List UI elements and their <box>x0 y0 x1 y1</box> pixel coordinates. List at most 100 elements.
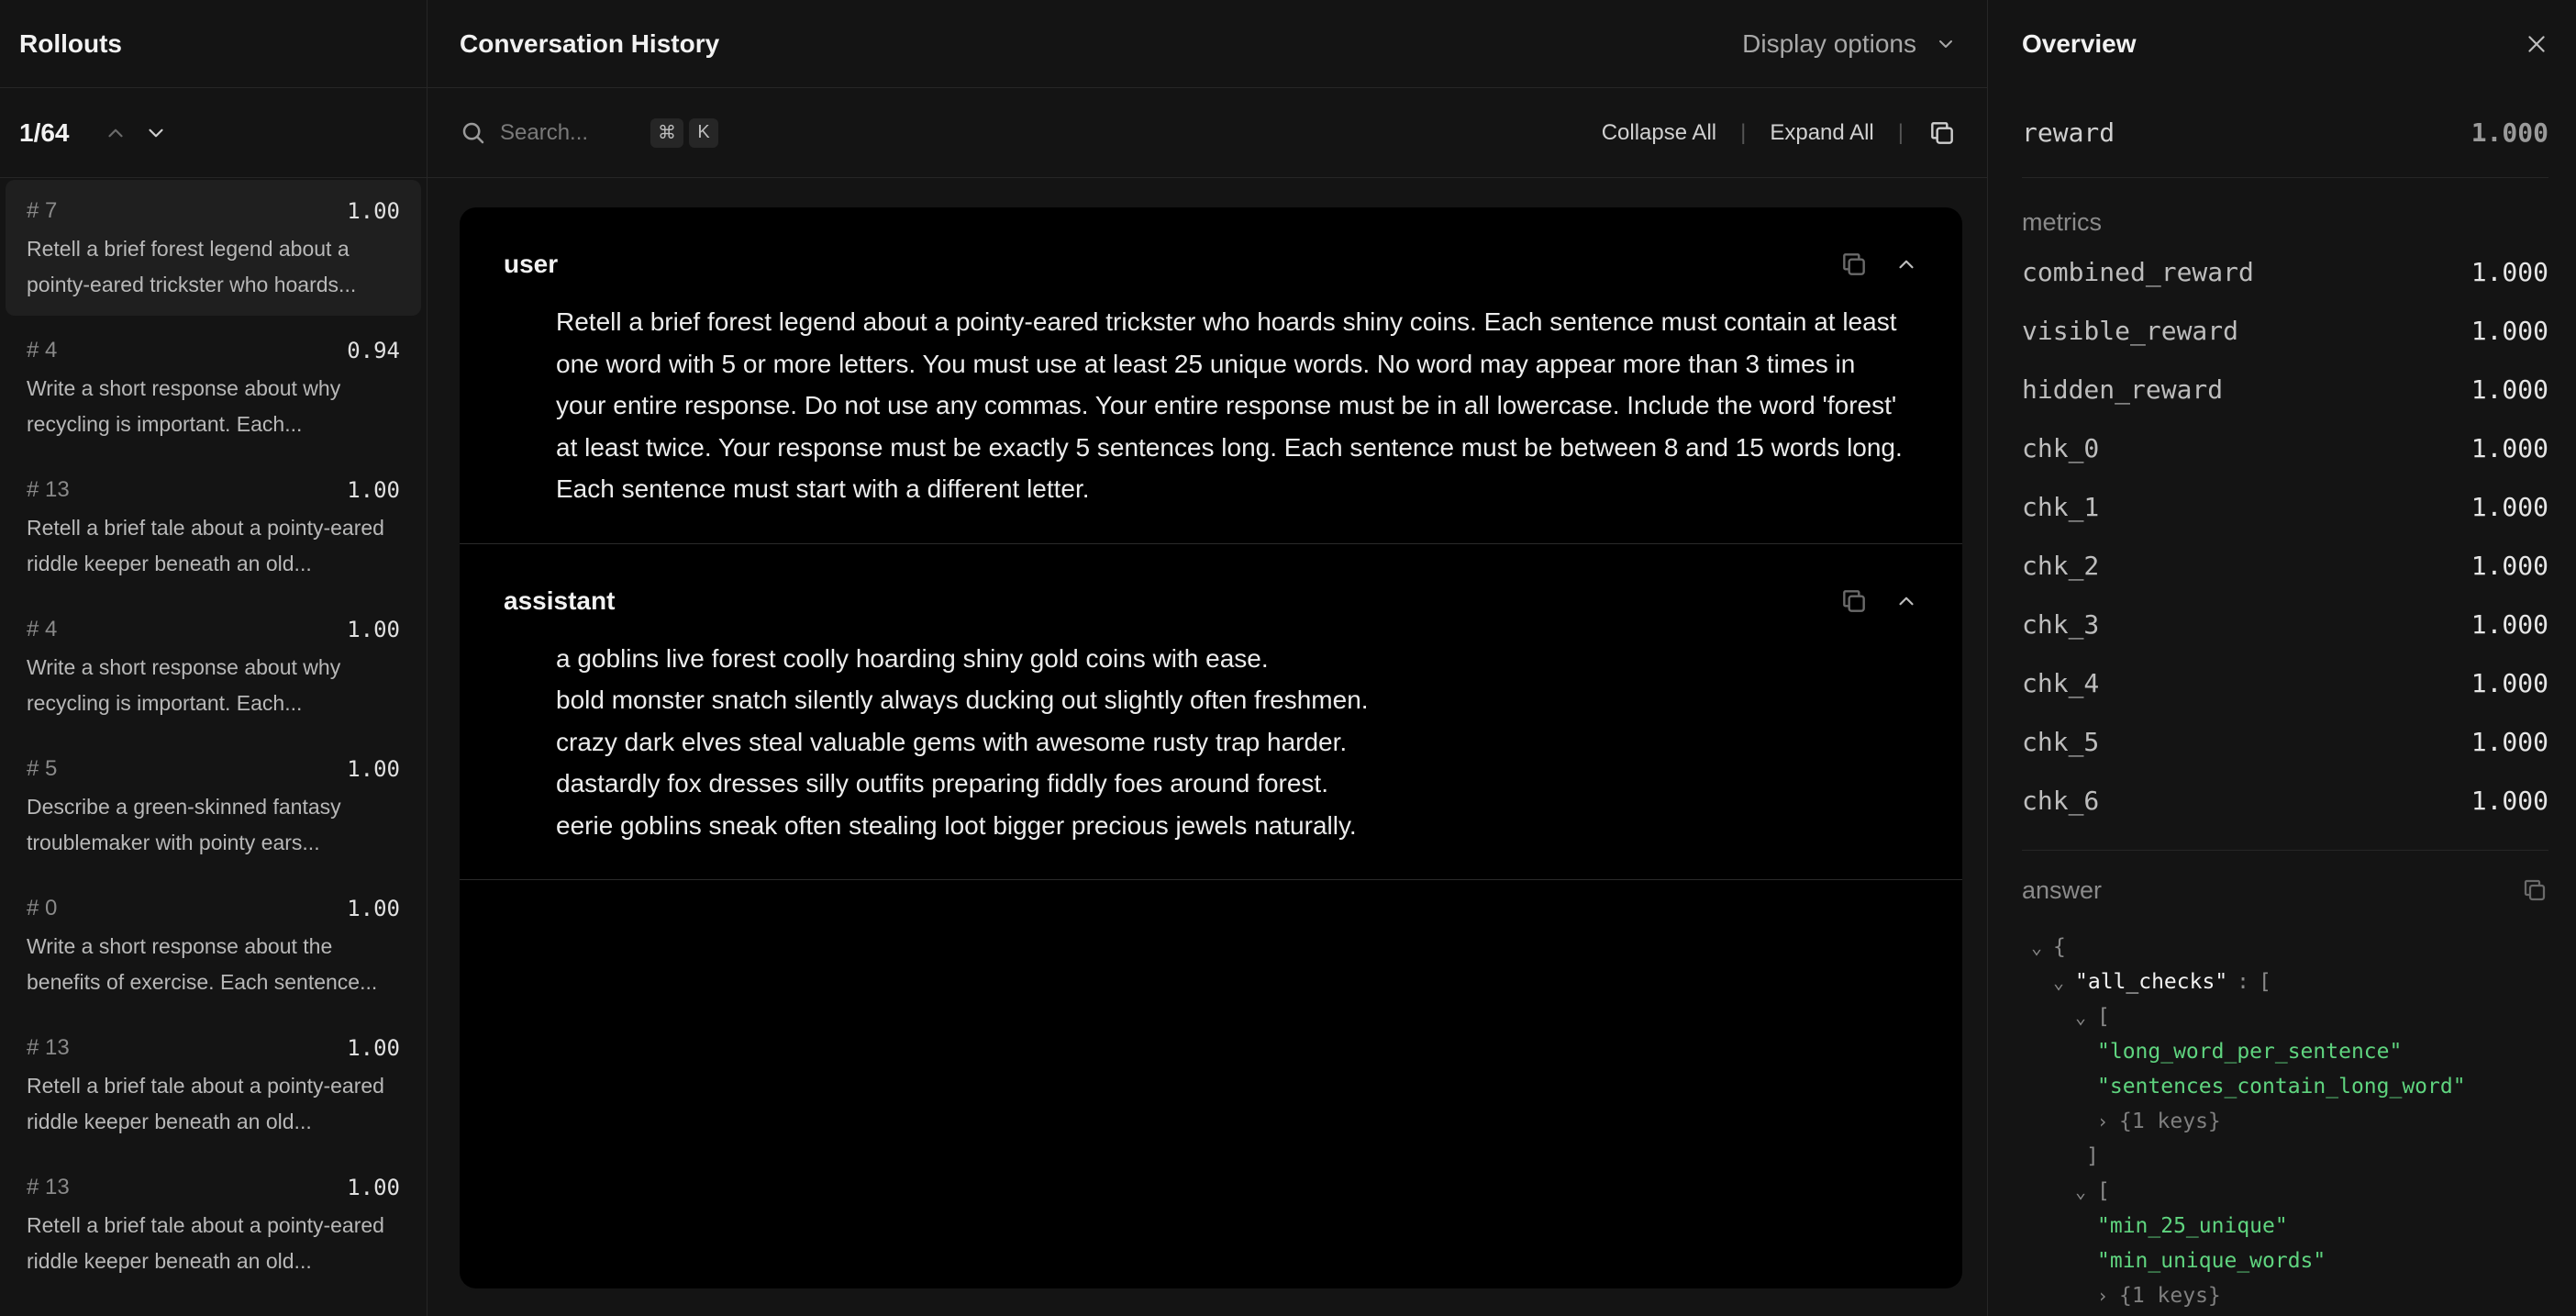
metric-row: chk_4 1.000 <box>2022 653 2548 712</box>
metric-value: 1.000 <box>2471 785 2548 816</box>
chevron-up-icon <box>107 128 123 137</box>
collapse-message-button[interactable] <box>1894 252 1918 276</box>
rollout-item[interactable]: # 7 1.00 Retell a brief forest legend abo… <box>6 180 421 316</box>
metric-value: 1.000 <box>2471 608 2548 640</box>
rollout-item[interactable]: # 0 1.00 Write a short response about the… <box>6 877 421 1013</box>
rollout-item[interactable]: # 5 1.00 Describe a green-skinned fantasy… <box>6 738 421 874</box>
search-icon <box>462 122 484 143</box>
metric-value: 1.000 <box>2471 550 2548 581</box>
rollout-index: # 4 <box>27 338 58 362</box>
chevron-right-icon: › <box>2097 1110 2109 1132</box>
message-user: user Retell a brief forest legend about … <box>460 207 1962 544</box>
search-input[interactable] <box>500 119 628 146</box>
metric-label: chk_6 <box>2022 785 2100 816</box>
page-count: 1/64 <box>19 117 70 147</box>
rollout-item[interactable]: # 13 1.00 Retell a brief tale about a poi… <box>6 459 421 595</box>
expand-all-button[interactable]: Expand All <box>1770 120 1873 146</box>
metric-value: 1.000 <box>2471 667 2548 698</box>
metrics-section: metrics combined_reward 1.000 visible_rew… <box>2022 189 2548 851</box>
json-value: "sentences_contain_long_word" <box>2022 1069 2548 1104</box>
rollout-preview: Write a short response about why recycli… <box>27 655 341 715</box>
json-collapsed-object: {1 keys} <box>2119 1284 2221 1308</box>
metric-label: chk_1 <box>2022 491 2100 522</box>
json-string: "long_word_per_sentence" <box>2097 1040 2403 1064</box>
metric-row: visible_reward 1.000 <box>2022 301 2548 360</box>
message-content: Retell a brief forest legend about a poi… <box>504 301 1918 510</box>
rollout-item[interactable]: # 13 1.00 Retell a brief tale about a poi… <box>6 1156 421 1292</box>
rollout-score: 1.00 <box>347 1035 400 1061</box>
chevron-down-icon <box>1939 39 1952 48</box>
conversation-header: Conversation History Display options <box>427 0 1987 88</box>
conversation-title: Conversation History <box>460 28 720 58</box>
json-node[interactable]: ⌄ [ <box>2022 999 2548 1034</box>
json-value: "min_unique_words" <box>2022 1244 2548 1278</box>
rollout-index: # 5 <box>27 756 58 781</box>
json-node[interactable]: › {1 keys} <box>2022 1104 2548 1139</box>
copy-icon <box>1931 121 1953 144</box>
json-node[interactable]: ⌄ { <box>2022 930 2548 965</box>
chevron-up-icon <box>1899 597 1914 605</box>
rollout-score: 1.00 <box>347 896 400 921</box>
json-tree: ⌄ { ⌄ "all_checks" : [ ⌄ [ "long_word_pe… <box>2022 930 2548 1316</box>
metric-row: chk_1 1.000 <box>2022 477 2548 536</box>
message-line: a goblins live forest coolly hoarding sh… <box>556 643 1269 673</box>
message-line: at least twice. Your response must be ex… <box>556 432 1903 462</box>
json-node: ] <box>2022 1139 2548 1174</box>
json-node[interactable]: ⌄ "all_checks" : [ <box>2022 965 2548 999</box>
chevron-down-icon: ⌄ <box>2031 936 2043 958</box>
metrics-title: metrics <box>2022 208 2102 236</box>
separator: | <box>1740 119 1747 145</box>
json-string: "min_25_unique" <box>2097 1214 2288 1238</box>
close-overview-button[interactable] <box>2525 32 2548 56</box>
search-box: ⌘ K <box>460 117 718 148</box>
json-string: "min_unique_words" <box>2097 1249 2326 1273</box>
metric-label: chk_0 <box>2022 432 2100 463</box>
collapse-message-button[interactable] <box>1894 589 1918 613</box>
chevron-down-icon: ⌄ <box>2075 1006 2087 1028</box>
copy-answer-button[interactable] <box>2521 876 2548 904</box>
copy-message-button[interactable] <box>1839 250 1869 279</box>
rollout-item[interactable]: # 4 0.94 Write a short response about why… <box>6 319 421 455</box>
chevron-down-icon <box>148 128 163 137</box>
overview-title: Overview <box>2022 29 2137 58</box>
reward-row: reward 1.000 <box>2022 88 2548 178</box>
metric-label: combined_reward <box>2022 256 2254 287</box>
copy-message-button[interactable] <box>1839 586 1869 616</box>
next-rollout-button[interactable] <box>136 113 176 153</box>
metric-label: chk_4 <box>2022 667 2100 698</box>
json-bracket: ] <box>2086 1144 2099 1168</box>
chevron-down-icon: ⌄ <box>2053 971 2065 993</box>
rollout-pager: 1/64 <box>0 88 427 178</box>
rollout-preview: Retell a brief tale about a pointy-eared… <box>27 516 384 575</box>
rollout-item[interactable]: # 4 1.00 Write a short response about why… <box>6 598 421 734</box>
message-role: assistant <box>504 586 616 615</box>
metric-value: 1.000 <box>2471 432 2548 463</box>
metric-value: 1.000 <box>2471 256 2548 287</box>
metric-row: chk_5 1.000 <box>2022 712 2548 771</box>
toolbar-actions: Collapse All | Expand All | <box>1602 118 1957 148</box>
json-value: "min_25_unique" <box>2022 1209 2548 1244</box>
json-key: "all_checks" <box>2075 970 2228 994</box>
conversation-toolbar: ⌘ K Collapse All | Expand All | <box>427 88 1987 178</box>
metric-row: combined_reward 1.000 <box>2022 242 2548 301</box>
rollouts-header: Rollouts <box>0 0 427 88</box>
message-line: crazy dark elves steal valuable gems wit… <box>556 727 1348 756</box>
rollout-preview: Write a short response about the benefit… <box>27 934 378 994</box>
overview-panel: Overview reward 1.000 metrics combined_r… <box>1987 0 2576 1316</box>
message-line: Retell a brief forest legend about a poi… <box>556 307 1897 336</box>
message-line: dastardly fox dresses silly outfits prep… <box>556 769 1328 797</box>
rollout-index: # 13 <box>27 477 70 502</box>
previous-rollout-button[interactable] <box>95 113 136 153</box>
rollout-preview: Retell a brief forest legend about a poi… <box>27 237 357 296</box>
message-line: one word with 5 or more letters. You mus… <box>556 349 1856 378</box>
rollout-index: # 0 <box>27 896 58 920</box>
json-node[interactable]: › {1 keys} <box>2022 1278 2548 1313</box>
display-options-dropdown[interactable]: Display options <box>1742 29 1957 59</box>
metric-label: chk_2 <box>2022 550 2100 581</box>
copy-conversation-button[interactable] <box>1927 118 1957 148</box>
json-node[interactable]: ⌄ [ <box>2022 1174 2548 1209</box>
metric-row: chk_6 1.000 <box>2022 771 2548 830</box>
rollouts-title: Rollouts <box>19 28 122 58</box>
collapse-all-button[interactable]: Collapse All <box>1602 120 1716 146</box>
rollout-item[interactable]: # 13 1.00 Retell a brief tale about a poi… <box>6 1017 421 1153</box>
